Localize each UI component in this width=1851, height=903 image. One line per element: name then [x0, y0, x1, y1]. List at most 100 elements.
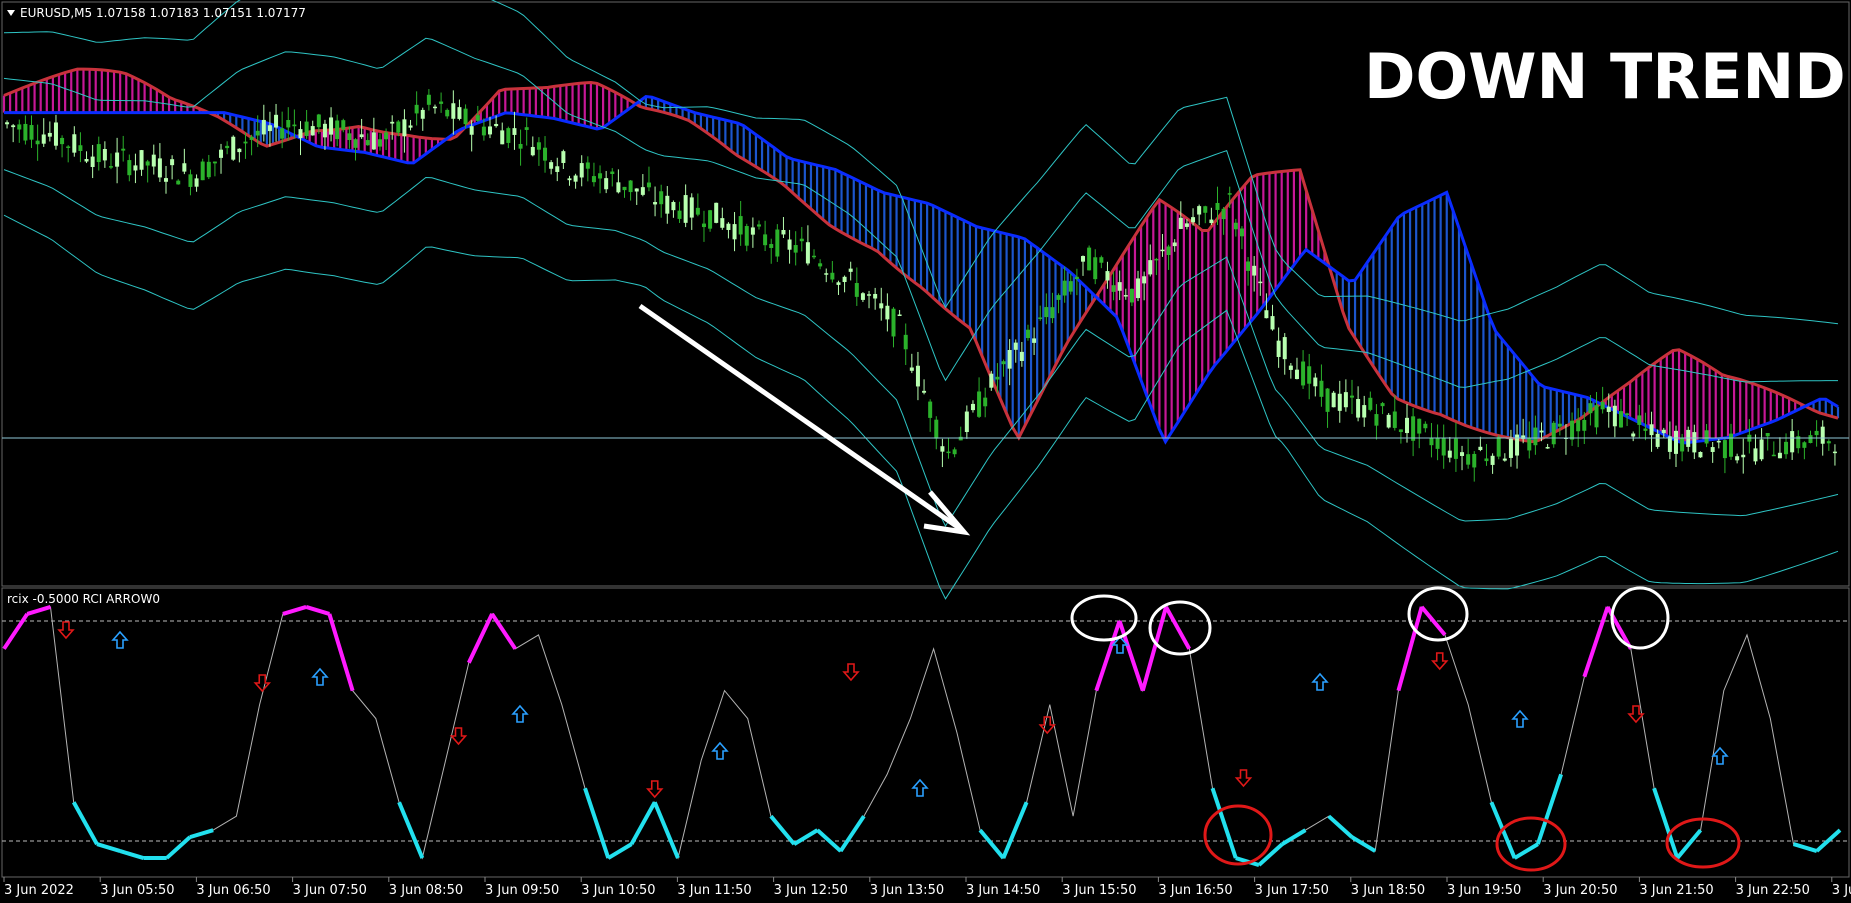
candle-body — [1826, 441, 1831, 444]
candle-body — [659, 191, 664, 205]
candle-body — [402, 119, 407, 137]
candle-body — [677, 210, 682, 219]
candle-body — [585, 162, 590, 169]
candle-body — [1405, 417, 1410, 434]
candle-body — [530, 146, 535, 156]
candle-body — [1056, 295, 1061, 300]
candle-body — [854, 283, 859, 297]
trading-chart: DOWN TREND EURUSD,M5 1.07158 1.07183 1.0… — [0, 0, 1851, 903]
candle-body — [873, 293, 878, 299]
candle-body — [1759, 439, 1764, 460]
candle-body — [1001, 361, 1006, 365]
candle-body — [824, 273, 829, 275]
candle-body — [1325, 388, 1330, 412]
candle-body — [1692, 432, 1697, 453]
candle-body — [335, 120, 340, 140]
candle-body — [1392, 411, 1397, 428]
x-tick-label: 3 Jun 05:50 — [100, 883, 174, 898]
candle-body — [304, 121, 309, 136]
candle-body — [1307, 366, 1312, 384]
candle-body — [879, 303, 884, 309]
x-tick-label: 3 Jun 16:50 — [1158, 883, 1232, 898]
candle-body — [1117, 282, 1122, 291]
candle-body — [1074, 276, 1079, 280]
candle-body — [977, 391, 982, 417]
candle-body — [151, 154, 156, 167]
candle-body — [1093, 257, 1098, 280]
candle-body — [280, 128, 285, 139]
candle-body — [432, 106, 437, 109]
x-tick-label: 3 Jun 2022 — [4, 883, 74, 898]
candle-body — [1680, 438, 1685, 452]
candle-body — [946, 451, 951, 454]
candle-body — [860, 293, 865, 300]
x-tick-label: 3 Jun 11:50 — [677, 883, 751, 898]
x-tick-label: 3 Jun 14:50 — [966, 883, 1040, 898]
candle-body — [524, 127, 529, 130]
candle-body — [1576, 420, 1581, 432]
candle-body — [1136, 278, 1141, 299]
candle-body — [1007, 349, 1012, 369]
candle-body — [1539, 430, 1544, 433]
candle-body — [634, 188, 639, 192]
candle-body — [261, 119, 266, 135]
candle-body — [72, 134, 77, 153]
candle-body — [249, 136, 254, 140]
candle-body — [1013, 342, 1018, 350]
candle-body — [799, 238, 804, 242]
candle-body — [1582, 419, 1587, 431]
candle-body — [744, 226, 749, 246]
candle-body — [1527, 438, 1532, 451]
candle-body — [1466, 454, 1471, 465]
candle-body — [1771, 454, 1776, 457]
candle-body — [732, 224, 737, 240]
candle-body — [1301, 361, 1306, 386]
candle-body — [212, 161, 217, 164]
candle-body — [1282, 337, 1287, 360]
candle-body — [35, 140, 40, 145]
candle-body — [518, 143, 523, 149]
candle-body — [1123, 295, 1128, 297]
candle-body — [390, 121, 395, 124]
candle-body — [1484, 458, 1489, 462]
candle-body — [579, 163, 584, 178]
candle-body — [145, 161, 150, 166]
candle-body — [481, 126, 486, 136]
candle-body — [1331, 392, 1336, 408]
candle-body — [812, 255, 817, 258]
candle-body — [1606, 406, 1611, 412]
candle-body — [500, 130, 505, 145]
candle-body — [396, 121, 401, 133]
symbol-header[interactable]: EURUSD,M5 1.07158 1.07183 1.07151 1.0717… — [7, 6, 306, 20]
x-tick-label: 3 Jun 13:50 — [870, 883, 944, 898]
candle-body — [1460, 452, 1465, 456]
symbol-timeframe: EURUSD,M5 — [20, 6, 92, 20]
candle-body — [1784, 441, 1789, 455]
candle-body — [408, 125, 413, 128]
candle-body — [903, 334, 908, 350]
candle-body — [646, 182, 651, 188]
candle-body — [286, 120, 291, 128]
candle-body — [708, 210, 713, 229]
candle-body — [1337, 393, 1342, 411]
candle-body — [769, 244, 774, 248]
candle-body — [353, 139, 358, 148]
candle-body — [426, 94, 431, 105]
candle-body — [867, 294, 872, 296]
candle-body — [78, 145, 83, 151]
candle-body — [255, 130, 260, 136]
candle-body — [836, 282, 841, 285]
candle-body — [763, 234, 768, 246]
candle-body — [1142, 276, 1147, 284]
candle-body — [243, 141, 248, 144]
candle-body — [469, 126, 474, 135]
candle-body — [610, 171, 615, 175]
candle-body — [164, 178, 169, 182]
candle-body — [1050, 307, 1055, 319]
candle-body — [1038, 317, 1043, 319]
candle-body — [1386, 414, 1391, 428]
candle-body — [1655, 433, 1660, 447]
candle-body — [176, 180, 181, 185]
candle-body — [60, 137, 65, 145]
candle-body — [494, 123, 499, 127]
